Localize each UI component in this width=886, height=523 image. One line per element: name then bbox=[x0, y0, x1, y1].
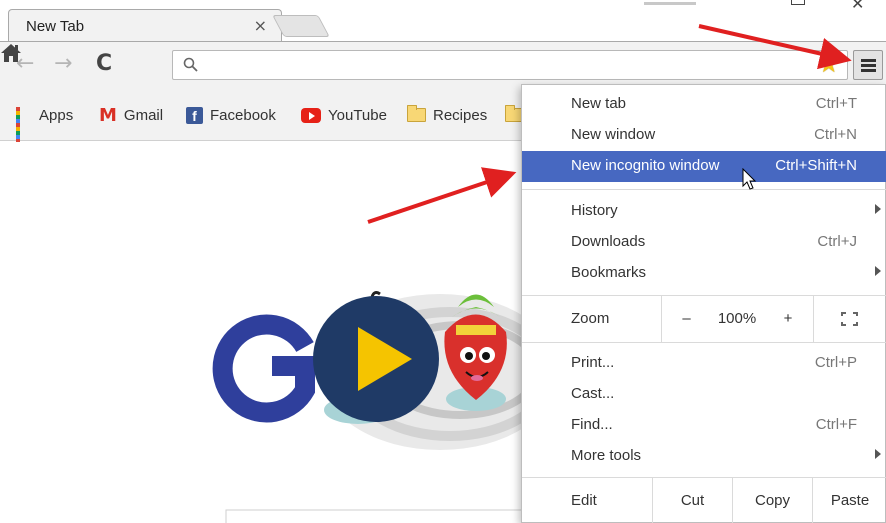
menu-item-new-incognito-window[interactable]: New incognito window Ctrl+Shift+N bbox=[522, 151, 886, 182]
toolbar: ← → C ★ bbox=[0, 41, 886, 89]
menu-separator bbox=[522, 342, 886, 343]
facebook-icon: f bbox=[186, 106, 203, 124]
bookmark-label: Recipes bbox=[433, 106, 488, 124]
menu-item-cast[interactable]: Cast... bbox=[522, 379, 886, 410]
close-window-icon[interactable]: ✕ bbox=[851, 0, 864, 13]
menu-item-downloads[interactable]: Downloads Ctrl+J bbox=[522, 227, 886, 258]
menu-item-shortcut: Ctrl+Shift+N bbox=[775, 157, 857, 174]
menu-item-new-window[interactable]: New window Ctrl+N bbox=[522, 120, 886, 151]
address-bar[interactable]: ★ bbox=[172, 50, 848, 80]
menu-bar-icon bbox=[861, 64, 876, 67]
menu-item-shortcut: Ctrl+T bbox=[815, 95, 857, 112]
menu-item-label: New incognito window bbox=[571, 157, 720, 174]
edit-label: Edit bbox=[571, 492, 597, 509]
bookmark-youtube[interactable]: YouTube bbox=[301, 105, 387, 125]
menu-separator bbox=[522, 189, 886, 190]
submenu-arrow-icon bbox=[875, 449, 881, 459]
submenu-arrow-icon bbox=[875, 204, 881, 214]
tab-title: New Tab bbox=[26, 18, 85, 35]
copy-button[interactable]: Copy bbox=[732, 478, 812, 523]
fullscreen-button[interactable] bbox=[813, 296, 886, 342]
zoom-in-button[interactable]: + bbox=[763, 296, 813, 342]
chrome-main-menu: New tab Ctrl+T New window Ctrl+N New inc… bbox=[521, 84, 886, 523]
menu-item-label: Print... bbox=[571, 354, 615, 371]
browser-window: ✕ New Tab × ← → C ★ Apps M Gmail f Faceb… bbox=[0, 0, 886, 523]
youtube-icon bbox=[301, 107, 321, 123]
paste-button[interactable]: Paste bbox=[812, 478, 886, 523]
menu-item-label: Find... bbox=[571, 416, 613, 433]
bookmark-label: Gmail bbox=[123, 106, 164, 124]
tab-close-icon[interactable]: × bbox=[254, 16, 267, 35]
bookmark-label: Apps bbox=[39, 106, 74, 124]
menu-item-shortcut: Ctrl+N bbox=[814, 126, 857, 143]
fullscreen-icon bbox=[841, 312, 858, 326]
reload-icon[interactable]: C bbox=[96, 52, 112, 76]
bookmark-label: Facebook bbox=[210, 106, 276, 124]
menu-item-label: Bookmarks bbox=[571, 264, 647, 281]
bookmark-apps[interactable]: Apps bbox=[16, 105, 74, 143]
mouse-cursor-icon bbox=[742, 168, 757, 190]
menu-item-label: More tools bbox=[571, 447, 642, 464]
folder-icon bbox=[407, 105, 426, 122]
menu-item-label: History bbox=[571, 202, 618, 219]
submenu-arrow-icon bbox=[875, 266, 881, 276]
gmail-icon: M bbox=[99, 104, 117, 126]
menu-item-more-tools[interactable]: More tools bbox=[522, 441, 886, 472]
menu-item-bookmarks[interactable]: Bookmarks bbox=[522, 258, 886, 289]
bookmark-star-icon[interactable]: ★ bbox=[818, 53, 840, 77]
menu-item-shortcut: Ctrl+F bbox=[815, 416, 857, 433]
bookmark-gmail[interactable]: M Gmail bbox=[99, 104, 164, 126]
edit-row: Edit Cut Copy Paste bbox=[522, 478, 886, 523]
tab-strip: ✕ New Tab × bbox=[0, 0, 886, 42]
bookmark-facebook[interactable]: f Facebook bbox=[186, 105, 276, 125]
menu-item-shortcut: Ctrl+P bbox=[814, 354, 857, 371]
tab-new-tab[interactable]: New Tab × bbox=[8, 9, 282, 42]
menu-item-new-tab[interactable]: New tab Ctrl+T bbox=[522, 89, 886, 120]
maximize-button[interactable] bbox=[791, 0, 805, 5]
menu-item-print[interactable]: Print... Ctrl+P bbox=[522, 348, 886, 379]
chrome-menu-button[interactable] bbox=[853, 50, 883, 80]
menu-item-shortcut: Ctrl+J bbox=[817, 233, 857, 250]
search-icon bbox=[183, 57, 198, 72]
menu-item-label: Downloads bbox=[571, 233, 646, 250]
forward-icon[interactable]: → bbox=[54, 52, 72, 76]
menu-item-label: New window bbox=[571, 126, 656, 143]
bookmark-label: YouTube bbox=[328, 106, 387, 124]
bookmark-recipes[interactable]: Recipes bbox=[407, 105, 487, 125]
cut-button[interactable]: Cut bbox=[652, 478, 732, 523]
zoom-row: Zoom – 100% + bbox=[522, 296, 886, 342]
menu-bar-icon bbox=[861, 59, 876, 62]
minimize-button[interactable] bbox=[644, 2, 696, 5]
menu-item-label: New tab bbox=[571, 95, 627, 112]
zoom-level: 100% bbox=[717, 310, 757, 327]
menu-item-history[interactable]: History bbox=[522, 196, 886, 227]
menu-item-find[interactable]: Find... Ctrl+F bbox=[522, 410, 886, 441]
menu-bar-icon bbox=[861, 69, 876, 72]
menu-item-label: Cast... bbox=[571, 385, 615, 402]
zoom-out-button[interactable]: – bbox=[661, 296, 711, 342]
back-icon[interactable]: ← bbox=[16, 52, 34, 76]
zoom-label: Zoom bbox=[571, 310, 610, 327]
apps-icon bbox=[16, 107, 32, 143]
